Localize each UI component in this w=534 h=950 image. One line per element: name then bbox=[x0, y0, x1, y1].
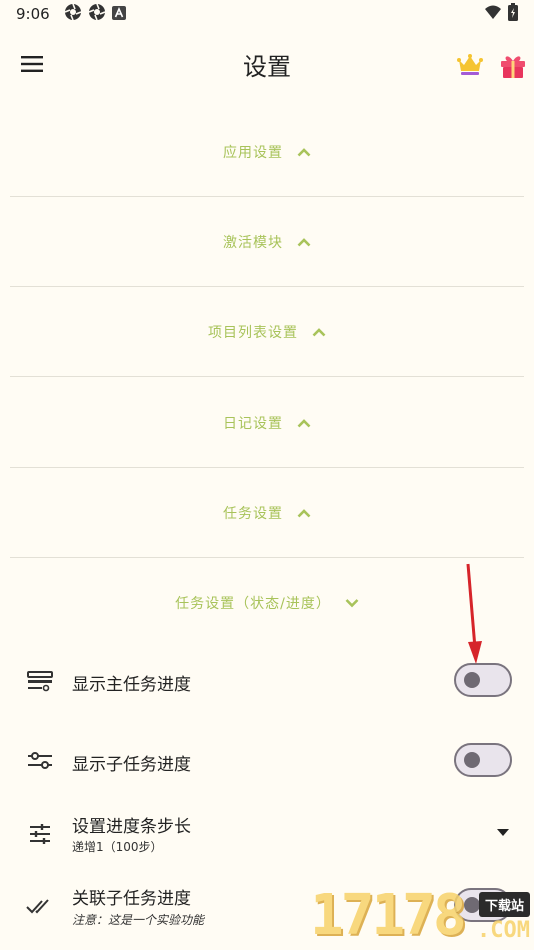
battery-charging-icon bbox=[508, 3, 518, 25]
aperture-icon bbox=[88, 3, 106, 25]
section-activate-modules[interactable]: 激活模块 bbox=[10, 197, 524, 287]
section-label: 任务设置（状态/进度） bbox=[175, 596, 331, 612]
chevron-down-icon bbox=[345, 599, 359, 608]
section-label: 激活模块 bbox=[223, 234, 283, 251]
section-label: 任务设置 bbox=[223, 505, 283, 522]
setting-title: 设置进度条步长 bbox=[72, 817, 191, 837]
chevron-up-icon bbox=[312, 327, 326, 336]
section-task-settings[interactable]: 任务设置 bbox=[10, 468, 524, 558]
chevron-up-icon bbox=[297, 147, 311, 156]
chevron-up-icon bbox=[297, 418, 311, 427]
setting-title: 显示子任务进度 bbox=[72, 755, 191, 775]
chevron-up-icon bbox=[297, 237, 311, 246]
status-time: 9:06 bbox=[16, 5, 50, 23]
section-label: 日记设置 bbox=[223, 415, 283, 432]
link-sub-progress-toggle[interactable] bbox=[454, 888, 512, 922]
setting-show-main-progress[interactable]: 显示主任务进度 bbox=[0, 660, 534, 702]
setting-show-sub-progress[interactable]: 显示子任务进度 bbox=[0, 740, 534, 782]
app-bar: 设置 bbox=[0, 38, 534, 90]
progress-bar-icon bbox=[26, 667, 54, 695]
crown-icon[interactable] bbox=[455, 50, 485, 80]
show-sub-progress-toggle[interactable] bbox=[454, 743, 512, 777]
double-check-icon bbox=[26, 892, 54, 920]
toggle-knob bbox=[464, 897, 480, 913]
section-project-list-settings[interactable]: 项目列表设置 bbox=[10, 287, 524, 377]
show-main-progress-toggle[interactable] bbox=[454, 663, 512, 697]
toggle-knob bbox=[464, 752, 480, 768]
status-bar: 9:06 bbox=[0, 0, 534, 28]
section-task-status-progress[interactable]: 任务设置（状态/进度） bbox=[10, 558, 524, 648]
chevron-up-icon bbox=[297, 508, 311, 517]
a-letter-icon bbox=[111, 5, 126, 24]
section-app-settings[interactable]: 应用设置 bbox=[10, 107, 524, 197]
section-label: 应用设置 bbox=[223, 144, 283, 161]
dropdown-arrow-icon[interactable] bbox=[497, 829, 509, 837]
wifi-icon bbox=[484, 5, 502, 24]
experimental-note: 注意：这是一个实验功能 bbox=[72, 913, 205, 927]
tune-icon bbox=[26, 820, 54, 848]
setting-link-sub-progress[interactable]: 关联子任务进度 注意：这是一个实验功能 bbox=[0, 880, 534, 932]
setting-title: 关联子任务进度 bbox=[72, 889, 191, 909]
page-title: 设置 bbox=[243, 52, 291, 81]
gift-icon[interactable] bbox=[498, 50, 528, 80]
setting-title: 显示主任务进度 bbox=[72, 675, 191, 695]
sliders-horizontal-icon bbox=[26, 747, 54, 775]
section-label: 项目列表设置 bbox=[208, 324, 298, 341]
hamburger-menu-icon[interactable] bbox=[18, 51, 46, 77]
toggle-knob bbox=[464, 672, 480, 688]
progress-step-value: 递增1（100步） bbox=[72, 840, 163, 854]
section-diary-settings[interactable]: 日记设置 bbox=[10, 378, 524, 468]
aperture-icon bbox=[64, 3, 82, 25]
setting-progress-step[interactable]: 设置进度条步长 递增1（100步） bbox=[0, 808, 534, 860]
